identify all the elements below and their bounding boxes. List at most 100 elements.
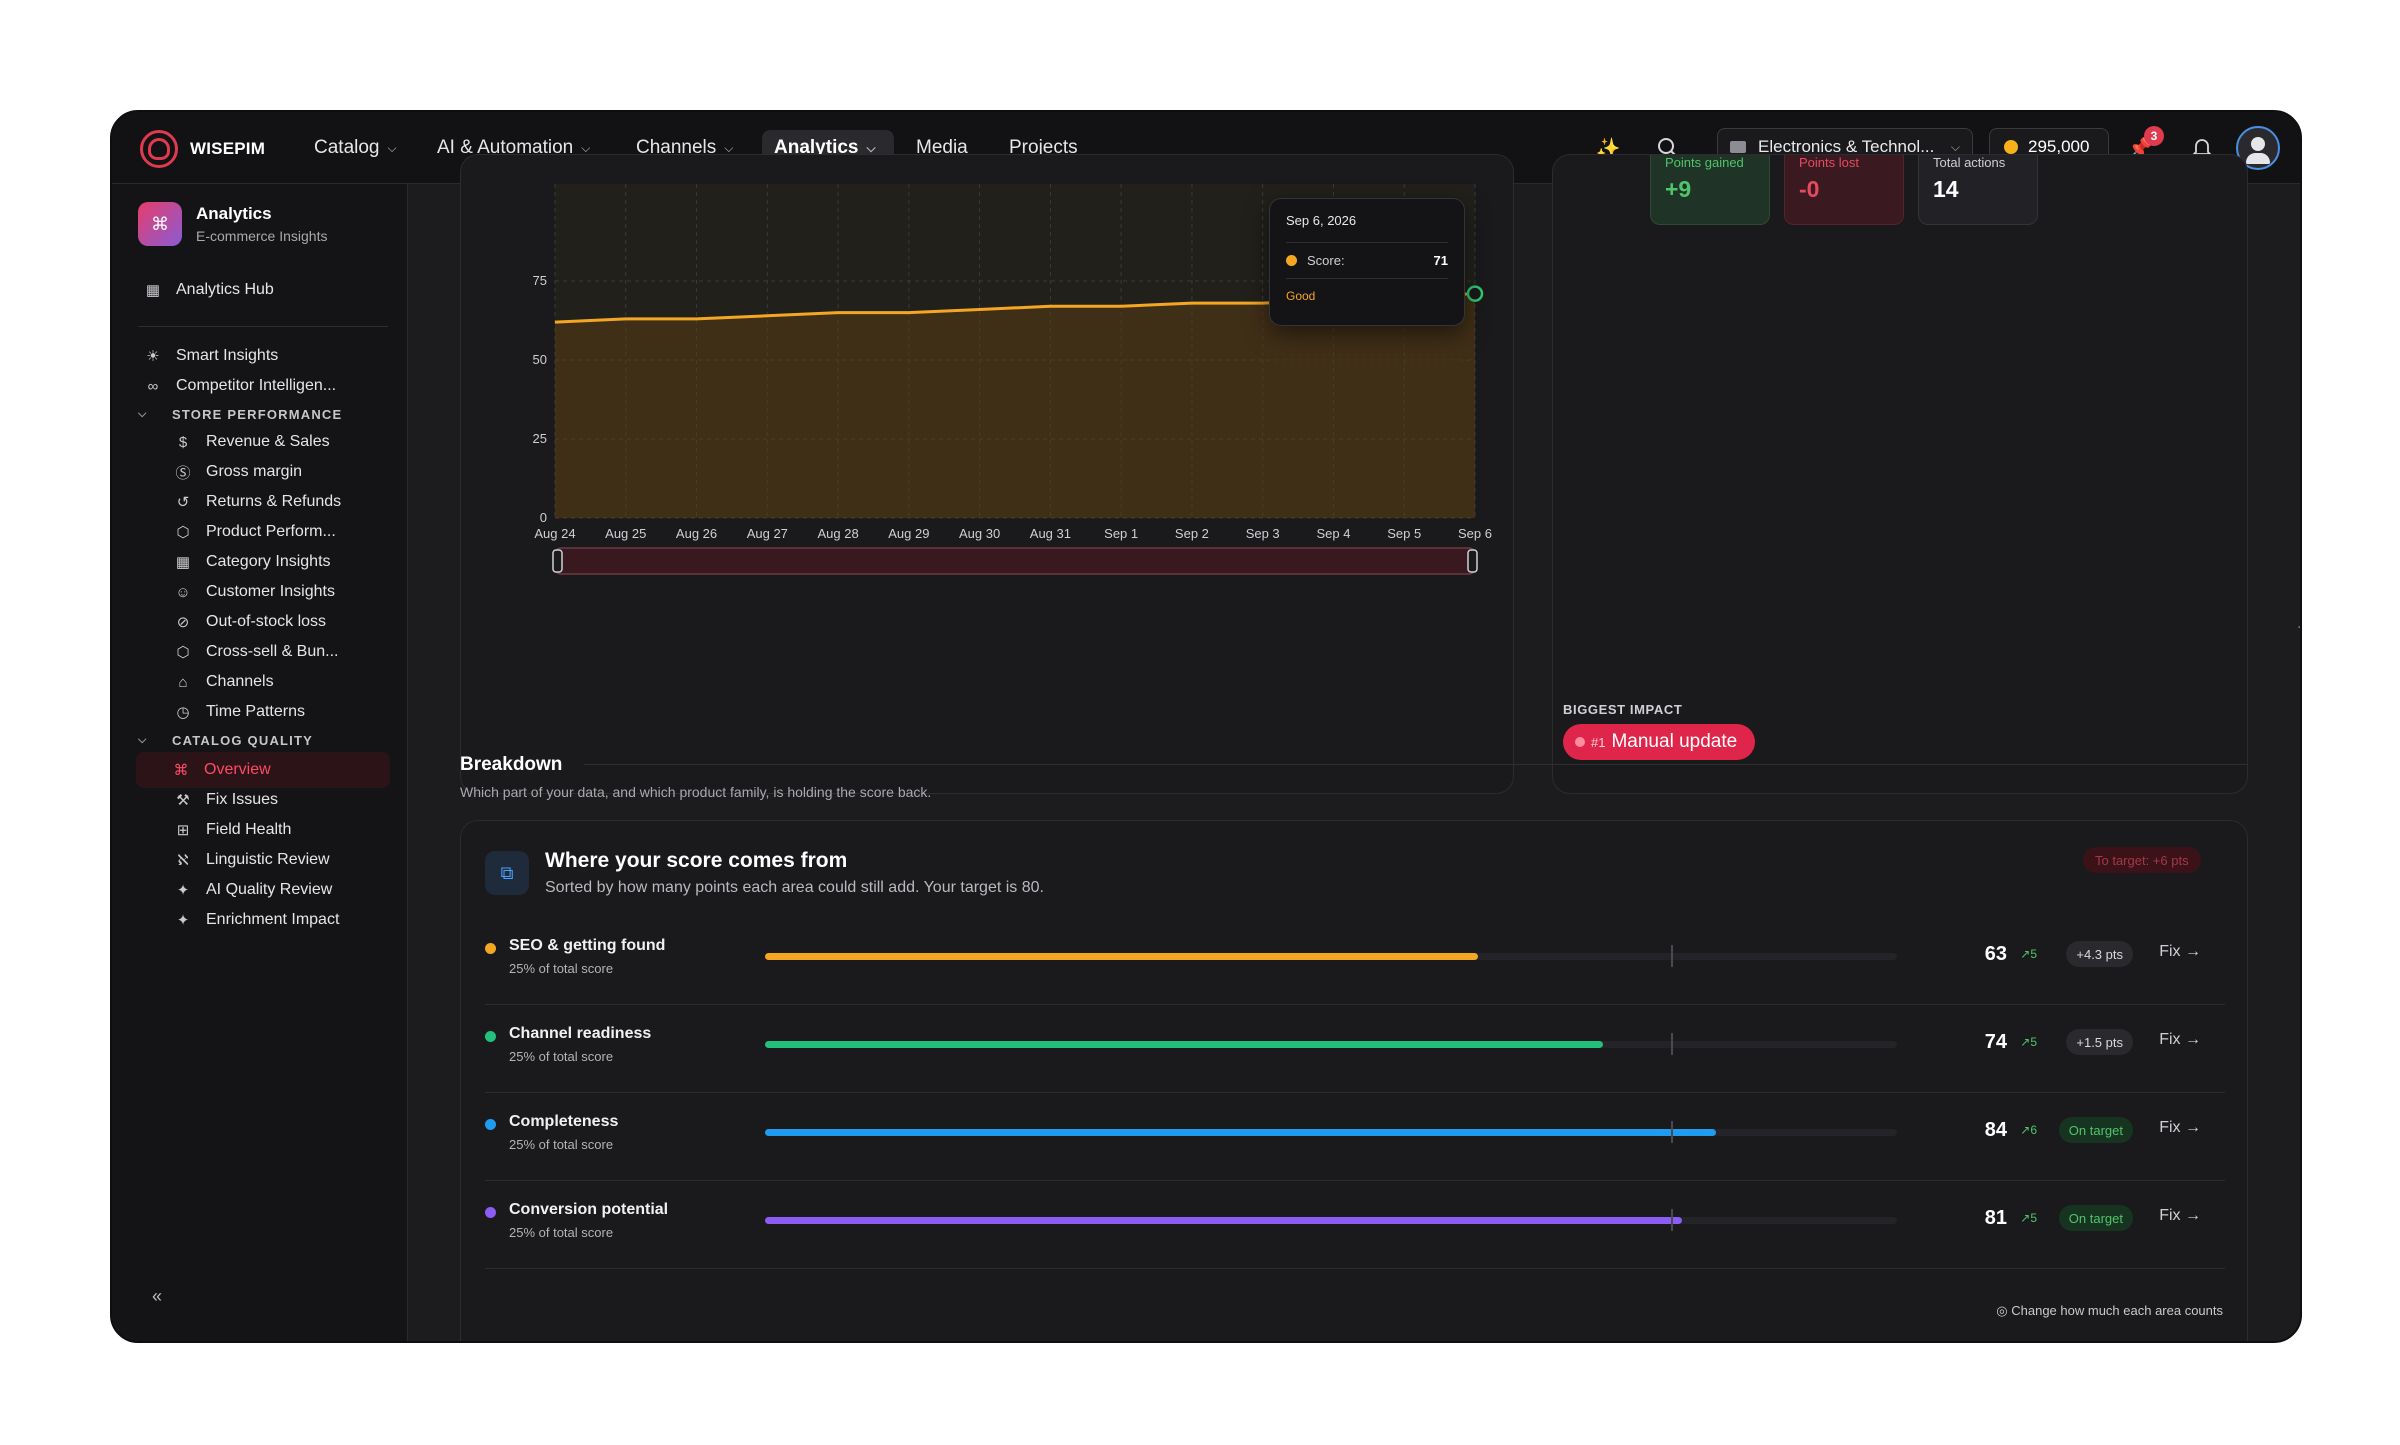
chevron-down-icon: ⌵: [1950, 139, 1960, 154]
dollar-icon: $: [178, 433, 188, 451]
score-progress-fill: [765, 1041, 1603, 1048]
biggest-impact-pill[interactable]: #1 Manual update: [1563, 724, 1756, 760]
fix-link[interactable]: Fix →: [2159, 1207, 2201, 1225]
x-tick-label: Sep 6: [1458, 526, 1492, 541]
total-actions-label: Total actions: [1933, 155, 2006, 170]
fix-link[interactable]: Fix →: [2159, 1031, 2201, 1049]
sidebar-item-label: Returns & Refunds: [206, 493, 342, 510]
sidebar-item-label: Smart Insights: [176, 347, 279, 364]
sidebar-divider: [138, 326, 388, 327]
area-share: 25% of total score: [509, 1049, 614, 1064]
sidebar-subtitle: E-commerce Insights: [196, 228, 328, 244]
score-breakdown-card: ⧉ Where your score comes from Sorted by …: [460, 820, 2248, 1341]
breakdown-card-title: Where your score comes from: [545, 849, 848, 872]
collapse-sidebar-icon[interactable]: «: [152, 1286, 162, 1307]
grid-icon: ▦: [145, 282, 161, 299]
area-score: 81: [1984, 1207, 2007, 1229]
sidebar-item-competitor-intelligence[interactable]: ∞ Competitor Intelligen...: [138, 368, 388, 404]
sidebar-item-label: Category Insights: [206, 553, 331, 570]
sidebar-item-time-patterns[interactable]: ◷ Time Patterns: [168, 694, 388, 730]
main-content: 0 25 50 75 Aug 24 Aug 25 Aug 26 Aug 27 Aug 28 Aug…: [409, 154, 2300, 1341]
area-name: Completeness: [509, 1113, 619, 1130]
area-score: 63: [1984, 943, 2007, 965]
potential-points-badge: On target: [2058, 1205, 2133, 1231]
breakdown-subtitle: Which part of your data, and which produ…: [460, 784, 932, 800]
sidebar-item-label: Cross-sell & Bun...: [206, 643, 339, 660]
fix-link[interactable]: Fix →: [2159, 1119, 2201, 1137]
x-tick-label: Sep 1: [1104, 526, 1138, 541]
tooltip-label: Score:: [1307, 253, 1345, 268]
points-lost-value: -0: [1799, 176, 1820, 202]
x-tick-label: Sep 5: [1387, 526, 1421, 541]
section-label: STORE PERFORMANCE: [172, 406, 343, 422]
sidebar-item-analytics-hub[interactable]: ▦ Analytics Hub: [138, 272, 388, 308]
score-impact-card: Points gained +9 Points lost -0 Total ac…: [1552, 154, 2248, 794]
package-off-icon: ⊘: [176, 614, 190, 631]
lightbulb-icon: ☀: [146, 348, 160, 365]
logo[interactable]: WISEPIM: [140, 130, 265, 168]
x-tick-label: Sep 2: [1175, 526, 1209, 541]
section-store-performance[interactable]: ⌵ STORE PERFORMANCE: [138, 402, 342, 426]
grid-icon: ▦: [175, 554, 191, 571]
breakdown-row: Conversion potential 25% of total score 81…: [485, 1181, 2225, 1269]
sidebar-item-label: Field Health: [206, 821, 292, 838]
change-weights-link[interactable]: ◎ Change how much each area counts: [1996, 1303, 2223, 1319]
sidebar-item-label: Channels: [206, 673, 274, 690]
chevron-down-icon: ⌵: [138, 407, 148, 420]
wrench-icon: ⚒: [176, 792, 190, 809]
sidebar-item-label: Customer Insights: [206, 583, 335, 600]
area-name: Channel readiness: [509, 1025, 652, 1042]
tooltip-date: Sep 6, 2026: [1286, 213, 1357, 228]
app-window: WISEPIM Catalog ⌵ AI & Automation ⌵ Channe…: [110, 110, 2302, 1343]
y-tick-label: 75: [533, 273, 547, 288]
sidebar-item-enrichment-impact[interactable]: ✦ Enrichment Impact: [168, 902, 388, 938]
sidebar: ⌘ Analytics E-commerce Insights ▦ Analyti…: [112, 184, 408, 1341]
return-arrow-icon: ↺: [176, 494, 190, 511]
biggest-impact-name: Manual update: [1611, 731, 1738, 752]
total-actions-box: Total actions 14: [1918, 155, 2038, 225]
score-area: [555, 293, 1475, 518]
area-name: Conversion potential: [509, 1201, 669, 1218]
score-progress-fill: [765, 1129, 1716, 1136]
potential-points-badge: +1.5 pts: [2066, 1029, 2133, 1055]
tooltip-value: 71: [1433, 253, 1448, 268]
nav-catalog[interactable]: Catalog ⌵: [302, 130, 409, 166]
target-marker: [1670, 1121, 1673, 1143]
series-dot: [1286, 255, 1297, 266]
sparkles-icon: ✦: [176, 912, 190, 929]
translate-icon: ℵ: [177, 852, 189, 869]
chevron-down-icon: ⌵: [387, 140, 397, 155]
area-color-dot: [485, 1119, 496, 1130]
y-tick-label: 50: [533, 352, 547, 367]
sidebar-item-label: Gross margin: [206, 463, 303, 480]
range-slider-track: [554, 547, 1476, 575]
y-tick-label: 0: [540, 510, 547, 525]
area-share: 25% of total score: [509, 1137, 614, 1152]
area-share: 25% of total score: [509, 961, 614, 976]
breakdown-row: SEO & getting found 25% of total score 63 ↗…: [485, 917, 2225, 1005]
area-color-dot: [485, 1207, 496, 1218]
area-score: 84: [1984, 1119, 2007, 1141]
sidebar-item-label: Analytics Hub: [176, 281, 274, 298]
x-tick-label: Sep 4: [1316, 526, 1350, 541]
sidebar-item-label: Linguistic Review: [206, 851, 330, 868]
x-tick-label: Aug 31: [1030, 526, 1071, 541]
breakdown-row: Completeness 25% of total score 84 ↗6 On tar…: [485, 1093, 2225, 1181]
total-actions-value: 14: [1933, 176, 1959, 202]
section-catalog-quality[interactable]: ⌵ CATALOG QUALITY: [138, 728, 313, 752]
sidebar-item-label: Time Patterns: [206, 703, 305, 720]
nav-label: Catalog: [314, 137, 380, 158]
points-lost-box: Points lost -0: [1784, 155, 1904, 225]
points-gained-value: +9: [1665, 176, 1692, 202]
points-gained-box: Points gained +9: [1650, 155, 1770, 225]
area-trend: ↗5: [2020, 947, 2037, 961]
notification-count-badge: 3: [2144, 126, 2164, 146]
breakdown-divider: [584, 764, 2248, 765]
biggest-impact-rank: #1: [1591, 734, 1606, 750]
sidebar-item-label: AI Quality Review: [206, 881, 333, 898]
tooltip-row: Score: 71: [1286, 242, 1448, 279]
fix-link[interactable]: Fix →: [2159, 943, 2201, 961]
score-progress-track: [765, 1121, 1897, 1143]
x-tick-label: Aug 26: [676, 526, 717, 541]
section-label: CATALOG QUALITY: [172, 732, 314, 748]
